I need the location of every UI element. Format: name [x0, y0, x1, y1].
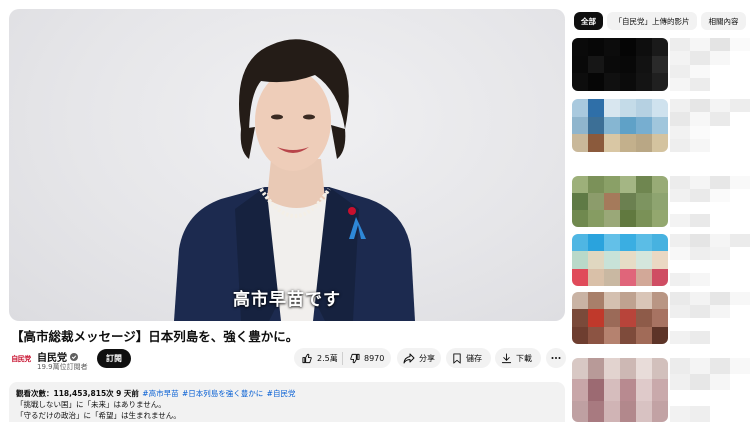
download-label: 下載	[516, 353, 532, 363]
recommended-meta[interactable]	[670, 176, 750, 227]
description-line: 「挑戦しない国」に「未来」はありません。	[16, 400, 166, 409]
like-count: 2.5萬	[317, 353, 338, 363]
channel-logo-text: 自民党	[11, 355, 31, 363]
view-count: 觀看次數：118,453,815次	[16, 389, 114, 398]
more-actions-button[interactable]	[546, 348, 566, 368]
recommended-thumbnail[interactable]	[572, 176, 668, 227]
chip-channel-uploads[interactable]: 「自民党」上傳的影片	[607, 12, 697, 30]
description-meta: 觀看次數：118,453,815次 9 天前 #高市早苗 #日本列島を強く豊かに…	[16, 388, 558, 399]
recommended-thumbnail[interactable]	[572, 38, 668, 91]
recommended-meta[interactable]	[670, 234, 750, 286]
recommended-thumbnail[interactable]	[572, 358, 668, 422]
thumbs-down-icon	[350, 353, 360, 363]
recommended-thumbnail[interactable]	[572, 292, 668, 344]
video-subtitle: 高市早苗です	[233, 290, 341, 310]
recommended-meta[interactable]	[670, 38, 750, 91]
chip-all[interactable]: 全部	[574, 12, 603, 30]
upload-age: 9 天前	[116, 389, 139, 398]
description-line: 「守るだけの政治」に「希望」は生まれません。	[16, 411, 181, 420]
hashtag-link[interactable]: #日本列島を強く豊かに	[182, 389, 263, 398]
video-frame	[174, 39, 415, 321]
recommended-thumbnail[interactable]	[572, 234, 668, 286]
bookmark-icon	[453, 352, 461, 364]
video-title: 【高市総裁メッセージ】日本列島を、強く豊かに。	[11, 329, 299, 344]
save-button[interactable]: 儲存	[446, 348, 491, 368]
thumbs-up-icon	[302, 353, 312, 363]
video-player[interactable]: 高市早苗です	[9, 9, 565, 321]
hashtag-link[interactable]: #高市早苗	[142, 389, 178, 398]
recommended-meta[interactable]	[670, 358, 750, 422]
subscriber-count: 19.9萬位訂閱者	[37, 363, 88, 371]
recommended-meta[interactable]	[670, 292, 750, 344]
share-label: 分享	[419, 353, 435, 363]
channel-avatar[interactable]: 自民党	[10, 348, 32, 370]
like-button[interactable]: 2.5萬	[294, 348, 342, 368]
dislike-button[interactable]: 8970	[343, 348, 384, 368]
hashtag-link[interactable]: #自民党	[267, 389, 296, 398]
subscribe-button[interactable]: 訂閱	[97, 349, 131, 368]
like-dislike-group: 2.5萬 8970	[294, 348, 391, 368]
share-button[interactable]: 分享	[397, 348, 441, 368]
download-button[interactable]: 下載	[495, 348, 541, 368]
chip-related[interactable]: 相關內容	[701, 12, 746, 30]
recommended-thumbnail[interactable]	[572, 99, 668, 152]
description-box[interactable]: 觀看次數：118,453,815次 9 天前 #高市早苗 #日本列島を強く豊かに…	[9, 382, 565, 422]
share-icon	[403, 353, 415, 363]
more-horizontal-icon	[551, 357, 561, 359]
verified-icon	[70, 352, 78, 361]
save-label: 儲存	[466, 353, 482, 363]
download-icon	[501, 352, 512, 363]
dislike-count: 8970	[364, 353, 385, 363]
recommended-meta[interactable]	[670, 99, 750, 152]
